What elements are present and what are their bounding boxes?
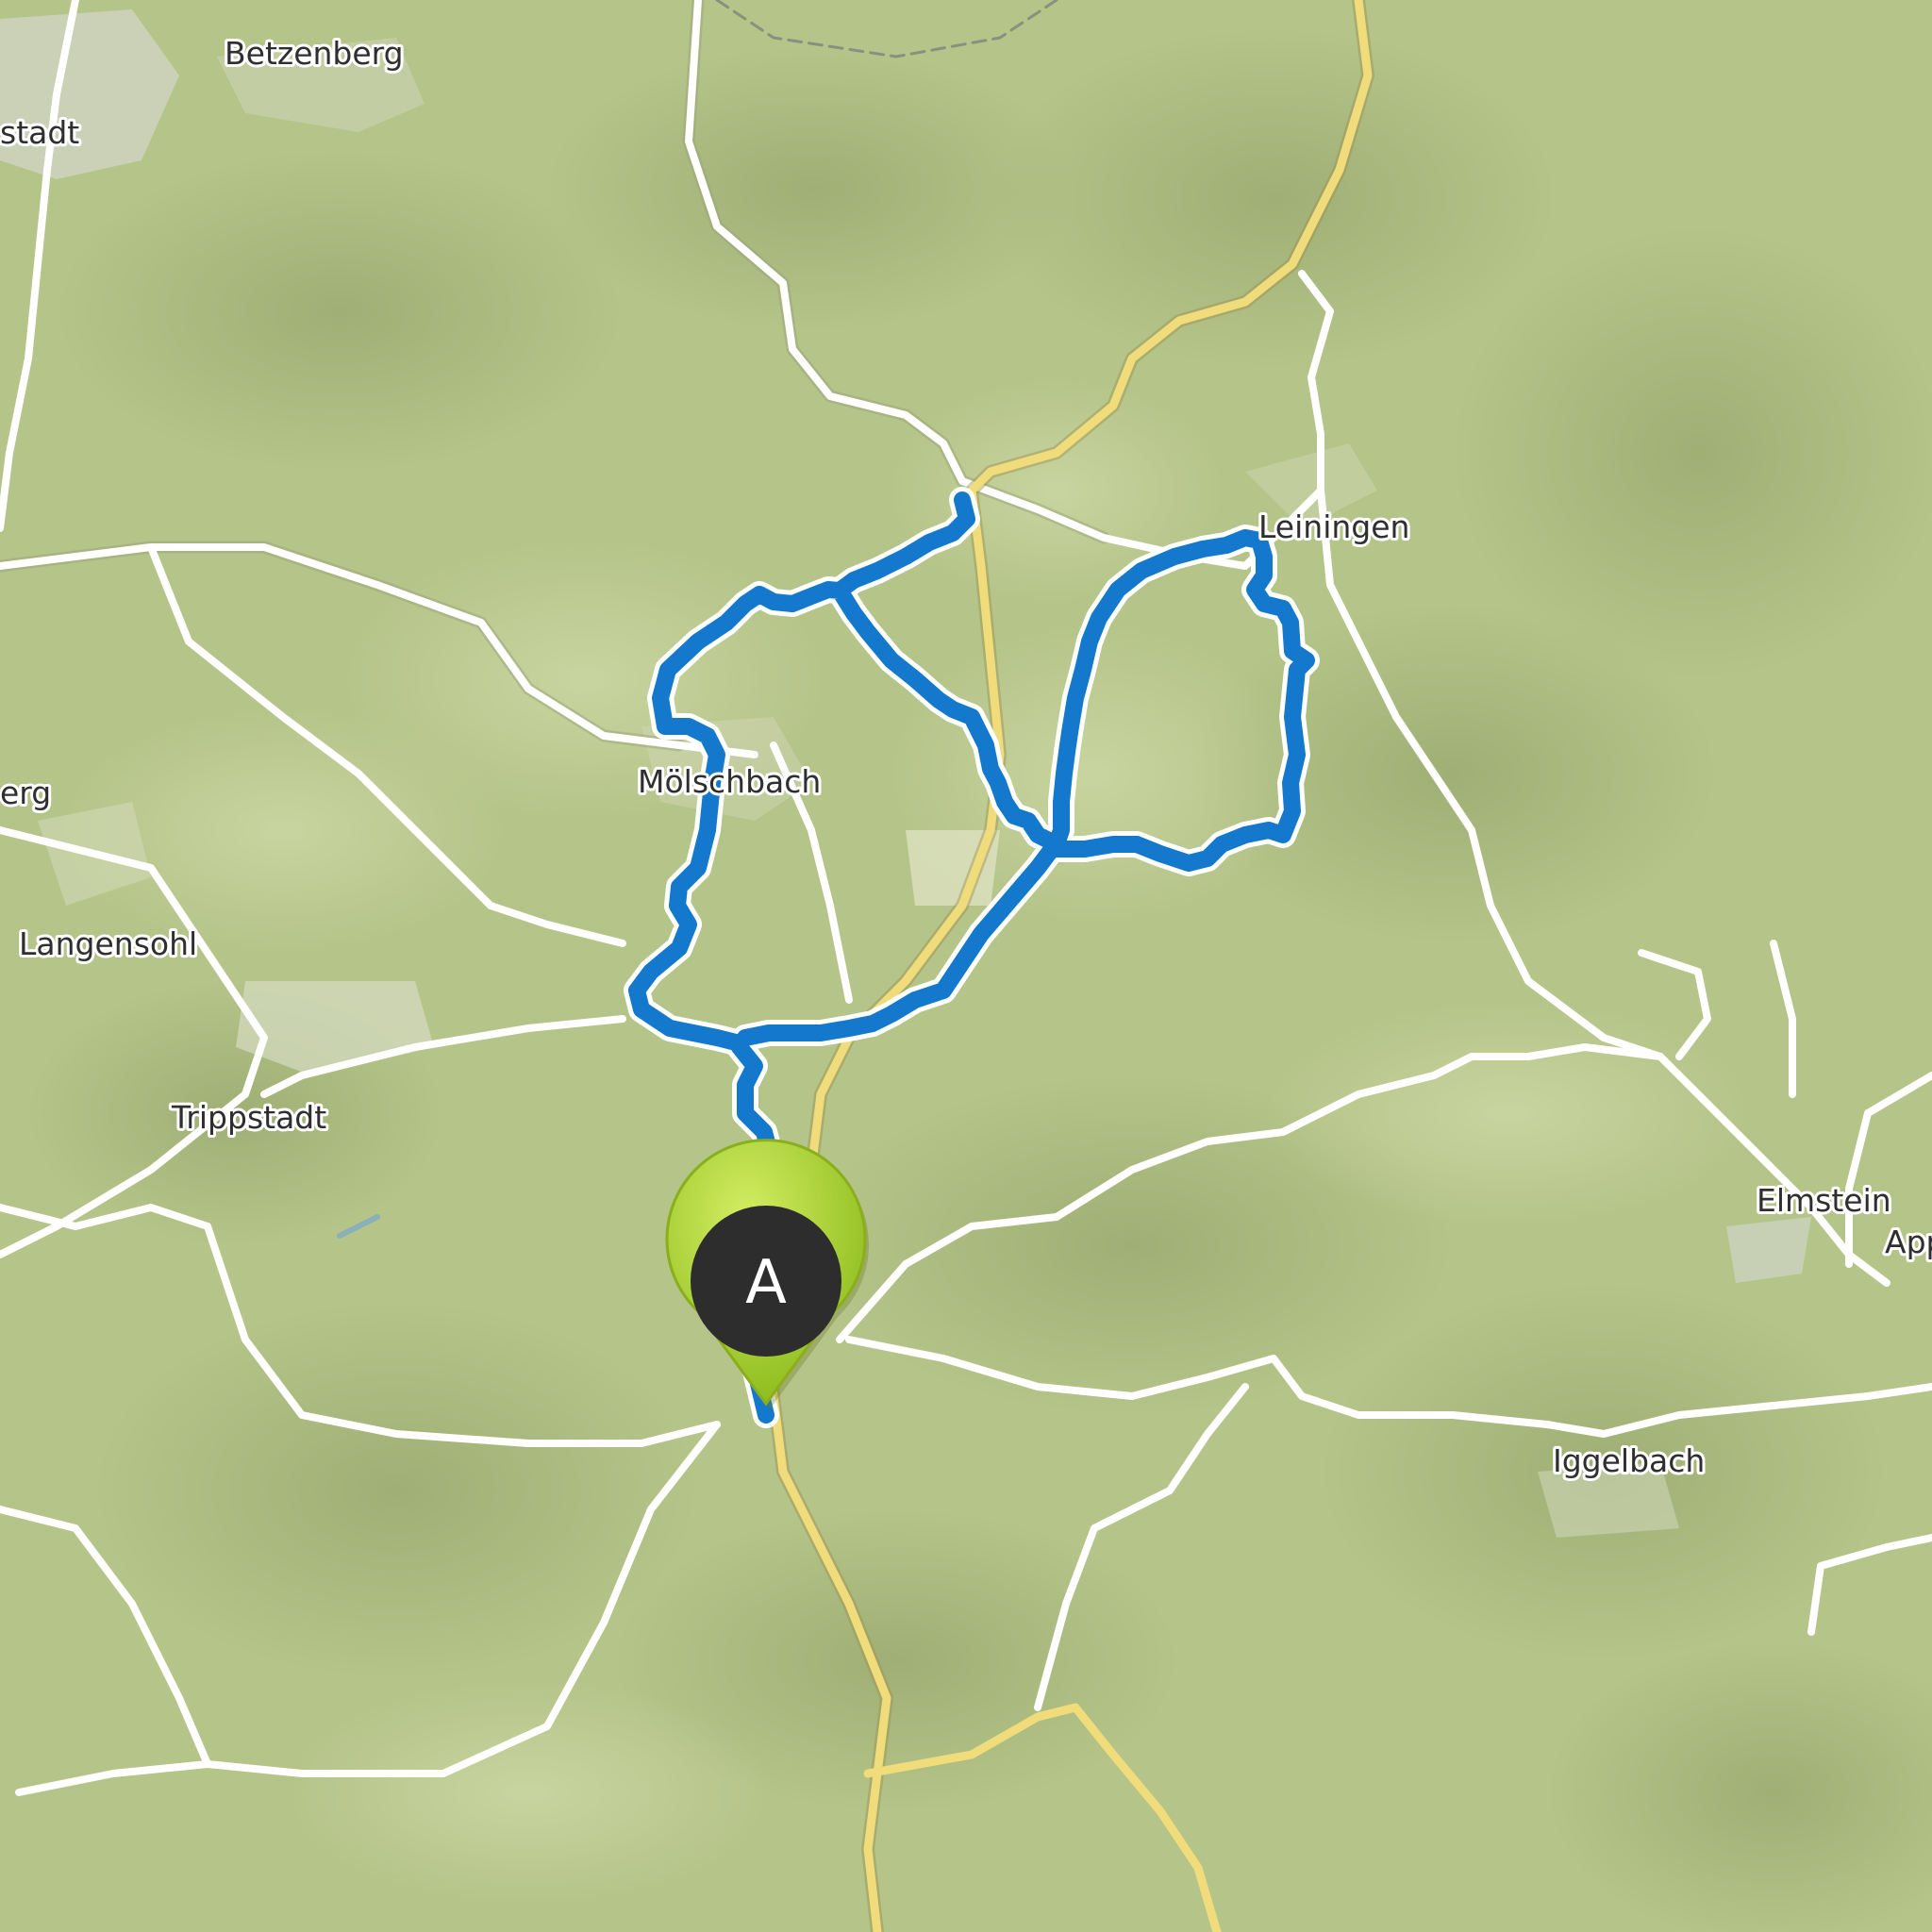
label-leiningen: Leiningen <box>1258 508 1409 545</box>
label-appe: Appe <box>1885 1224 1932 1260</box>
label-stadt: stadt <box>0 114 79 151</box>
label-moelbach: Mölschbach <box>638 763 821 800</box>
map-canvas[interactable]: Betzenberg stadt erg Langensohl Trippsta… <box>0 0 1932 1932</box>
label-iggelbach: Iggelbach <box>1553 1442 1705 1479</box>
label-erg: erg <box>0 774 51 811</box>
marker-letter: A <box>745 1248 787 1318</box>
label-betzenberg: Betzenberg <box>225 35 404 72</box>
map-svg[interactable]: Betzenberg stadt erg Langensohl Trippsta… <box>0 0 1932 1932</box>
label-elmstein: Elmstein <box>1757 1182 1891 1219</box>
label-langensohl: Langensohl <box>19 925 197 962</box>
label-trippstadt: Trippstadt <box>171 1099 326 1136</box>
